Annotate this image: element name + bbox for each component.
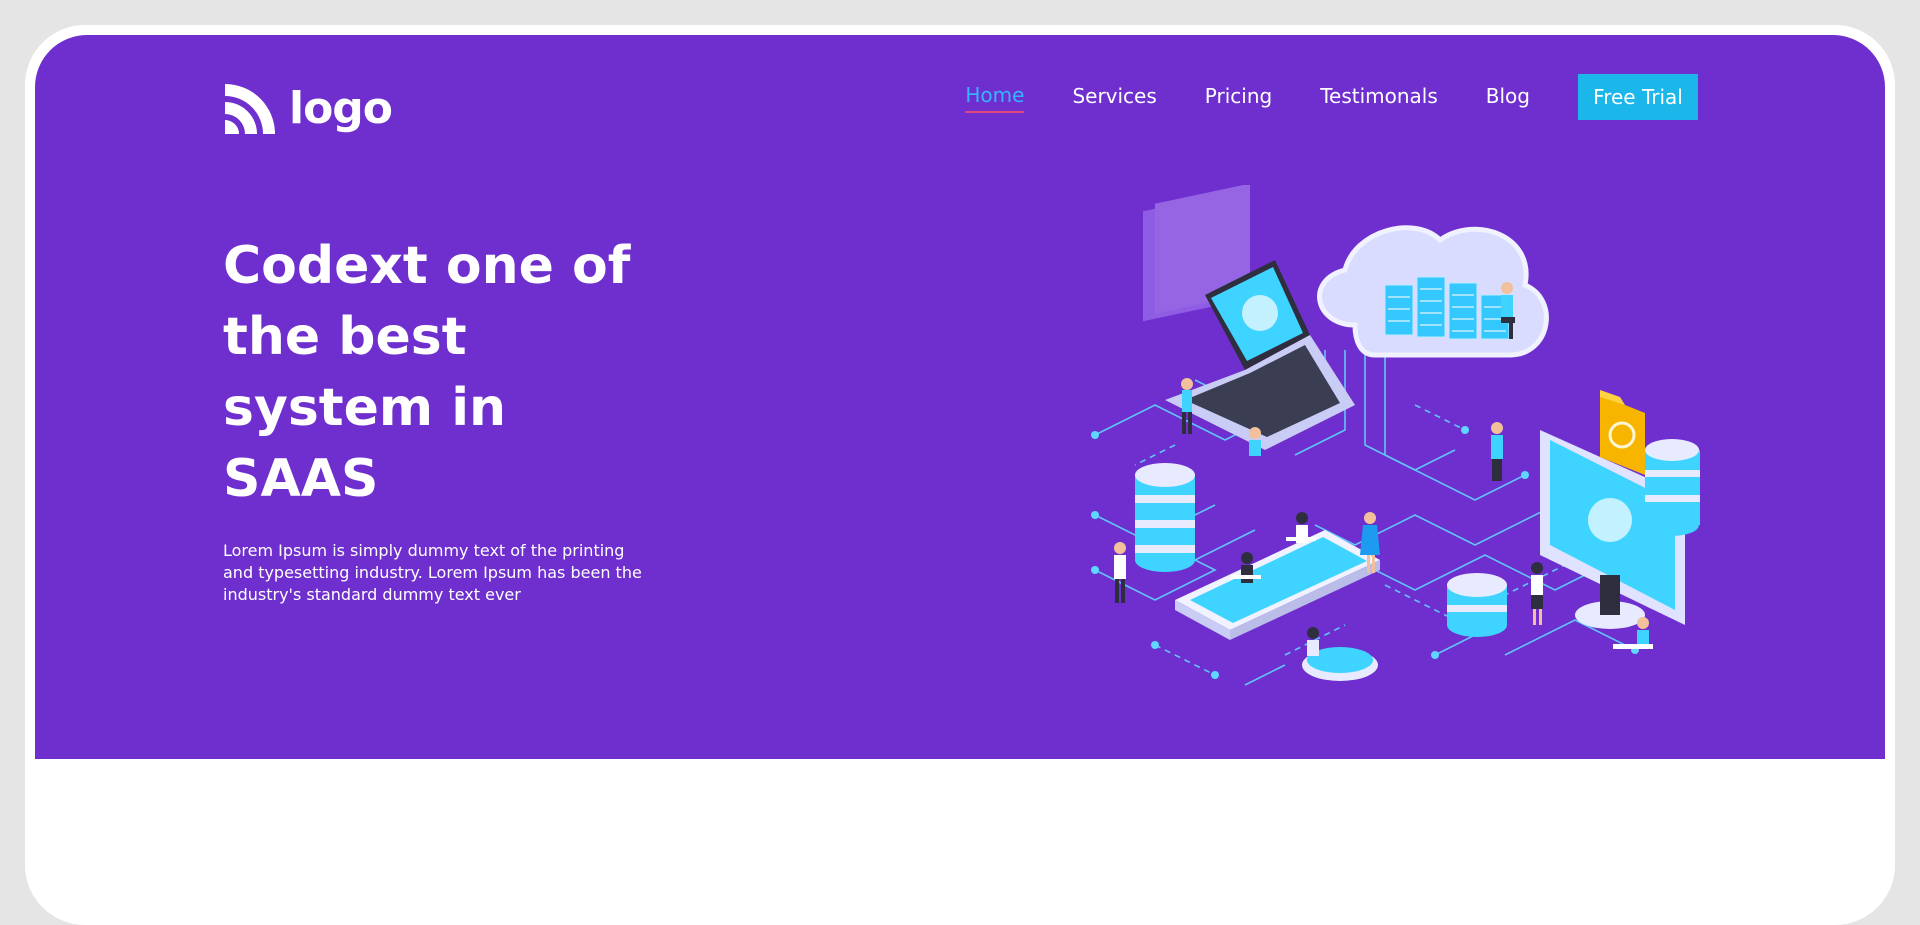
brand-logo[interactable]: logo (223, 82, 393, 136)
nav-item-pricing[interactable]: Pricing (1205, 82, 1272, 112)
main-nav: Home Services Pricing Testimonals Blog F… (917, 74, 1698, 120)
hero-description: Lorem Ipsum is simply dummy text of the … (223, 541, 642, 604)
hero-headline: Codext one of the best system in SAAS (223, 236, 631, 509)
logo-icon (225, 84, 275, 134)
logo-text: logo (289, 82, 393, 134)
isometric-cloud-network-illustration (1091, 185, 1700, 686)
nav-item-home[interactable]: Home (965, 81, 1025, 113)
nav-item-services[interactable]: Services (1072, 82, 1156, 112)
nav-item-blog[interactable]: Blog (1486, 82, 1530, 112)
free-trial-button[interactable]: Free Trial (1578, 74, 1698, 120)
nav-item-testimonials[interactable]: Testimonals (1320, 82, 1438, 112)
hero-section: logo Home Services Pricing Testimonals B… (35, 35, 1885, 759)
